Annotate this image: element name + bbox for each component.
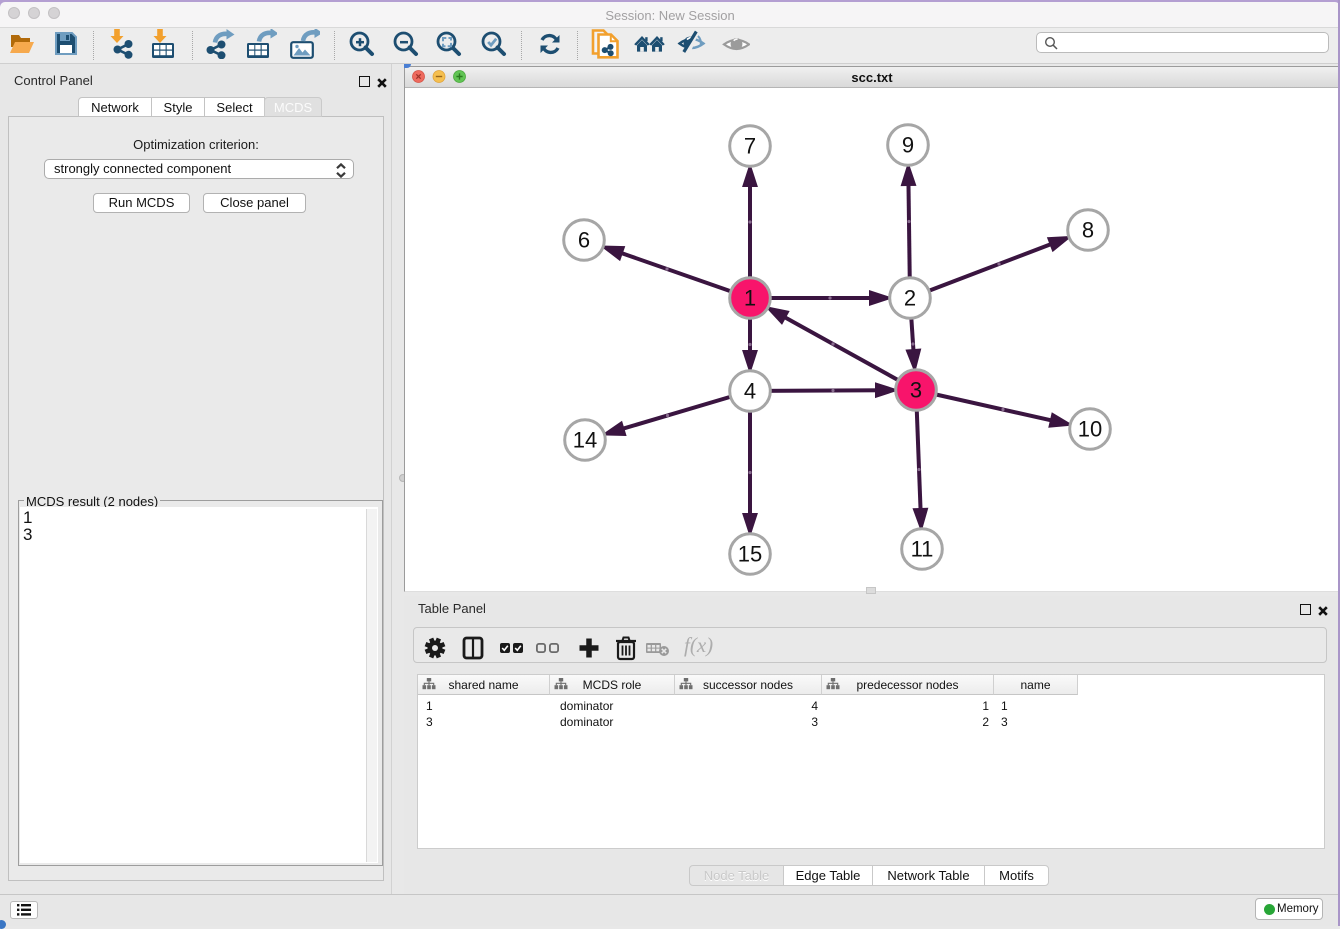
svg-text:8: 8 xyxy=(1082,218,1094,243)
svg-text:7: 7 xyxy=(744,134,756,159)
svg-text:1: 1 xyxy=(744,286,756,311)
svg-text:2: 2 xyxy=(904,286,916,311)
svg-text:10: 10 xyxy=(1078,417,1102,442)
svg-text:6: 6 xyxy=(578,228,590,253)
svg-text:15: 15 xyxy=(738,542,762,567)
svg-text:3: 3 xyxy=(910,378,922,403)
svg-text:4: 4 xyxy=(744,379,756,404)
svg-text:9: 9 xyxy=(902,133,914,158)
svg-text:11: 11 xyxy=(911,537,934,562)
svg-text:14: 14 xyxy=(573,428,597,453)
